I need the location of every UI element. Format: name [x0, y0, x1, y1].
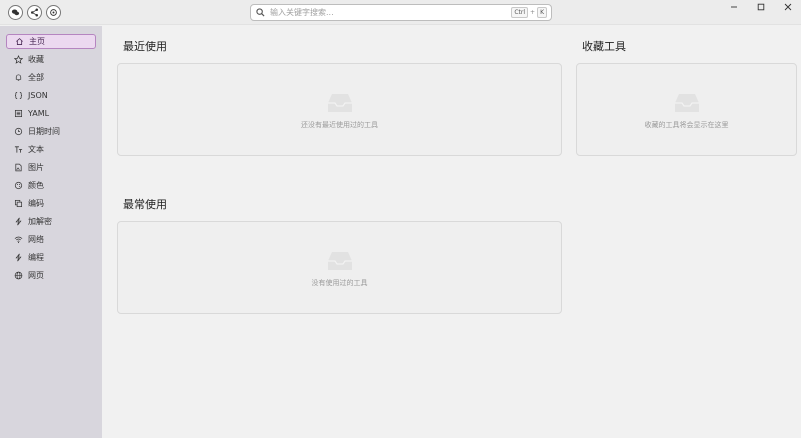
bolt-icon [12, 252, 24, 264]
sidebar: 主页 收藏 全部 JSON YAML 日期时间 文本 图片 颜色 编码 加解密 [0, 26, 102, 438]
window-controls [720, 0, 801, 14]
empty-inbox-icon [674, 94, 699, 112]
wifi-icon [12, 234, 24, 246]
sidebar-item-yaml[interactable]: YAML [6, 106, 96, 121]
sidebar-item-favorites[interactable]: 收藏 [6, 52, 96, 67]
favorites-empty-state: 收藏的工具将会显示在这里 [577, 92, 796, 130]
yaml-icon [12, 108, 24, 120]
favorites-empty-message: 收藏的工具将会显示在这里 [644, 121, 729, 129]
sidebar-item-label: JSON [28, 91, 48, 100]
frequent-empty-state: 没有使用过的工具 [118, 250, 561, 288]
recent-section-title: 最近使用 [123, 40, 167, 53]
sidebar-item-label: 收藏 [28, 55, 44, 64]
globe-icon [12, 270, 24, 282]
home-icon [13, 36, 25, 48]
sidebar-item-datetime[interactable]: 日期时间 [6, 124, 96, 139]
sidebar-item-label: 编程 [28, 253, 44, 262]
title-bar-actions [8, 5, 61, 20]
sidebar-item-crypto[interactable]: 加解密 [6, 214, 96, 229]
wechat-button[interactable] [8, 5, 23, 20]
wechat-icon [11, 9, 20, 16]
frequent-section-title: 最常使用 [123, 198, 167, 211]
close-button[interactable] [774, 0, 801, 14]
star-icon [12, 54, 24, 66]
sidebar-item-image[interactable]: 图片 [6, 160, 96, 175]
bolt-icon [12, 216, 24, 228]
recent-empty-state: 还没有最近使用过的工具 [118, 92, 561, 130]
recent-tools-card: 还没有最近使用过的工具 [117, 63, 562, 156]
sidebar-item-label: 主页 [29, 37, 45, 46]
sidebar-item-label: 日期时间 [28, 127, 60, 136]
title-bar: Ctrl + K [0, 0, 801, 25]
sidebar-item-label: 编码 [28, 199, 44, 208]
bell-icon [12, 72, 24, 84]
sidebar-item-color[interactable]: 颜色 [6, 178, 96, 193]
sidebar-item-label: 文本 [28, 145, 44, 154]
frequent-tools-card: 没有使用过的工具 [117, 221, 562, 314]
sidebar-item-label: 全部 [28, 73, 44, 82]
empty-inbox-icon [327, 252, 352, 270]
search-box[interactable]: Ctrl + K [250, 4, 552, 21]
sidebar-item-label: 网络 [28, 235, 44, 244]
minimize-icon [730, 6, 737, 8]
shortcut-key-k: K [537, 7, 547, 18]
sidebar-item-network[interactable]: 网络 [6, 232, 96, 247]
sidebar-item-web[interactable]: 网页 [6, 268, 96, 283]
recent-empty-message: 还没有最近使用过的工具 [301, 121, 378, 129]
maximize-icon [757, 3, 764, 11]
sidebar-item-text[interactable]: 文本 [6, 142, 96, 157]
minimize-button[interactable] [720, 0, 747, 14]
sidebar-item-label: 颜色 [28, 181, 44, 190]
shortcut-plus: + [530, 9, 536, 16]
json-icon [12, 90, 24, 102]
sidebar-item-programming[interactable]: 编程 [6, 250, 96, 265]
search-icon [256, 8, 265, 17]
maximize-button[interactable] [747, 0, 774, 14]
sidebar-item-label: YAML [28, 109, 50, 118]
image-icon [12, 162, 24, 174]
palette-icon [12, 180, 24, 192]
sidebar-item-encoding[interactable]: 编码 [6, 196, 96, 211]
sync-icon [50, 9, 57, 16]
sidebar-item-all[interactable]: 全部 [6, 70, 96, 85]
sidebar-item-json[interactable]: JSON [6, 88, 96, 103]
text-icon [12, 144, 24, 156]
sync-button[interactable] [46, 5, 61, 20]
search-input[interactable] [270, 5, 512, 20]
shortcut-hint: Ctrl + K [511, 7, 547, 18]
share-icon [30, 8, 39, 17]
favorite-tools-card: 收藏的工具将会显示在这里 [576, 63, 797, 156]
close-icon [784, 3, 791, 11]
sidebar-item-label: 图片 [28, 163, 44, 172]
copy-icon [12, 198, 24, 210]
sidebar-item-label: 网页 [28, 271, 44, 280]
sidebar-item-label: 加解密 [28, 217, 52, 226]
sidebar-item-home[interactable]: 主页 [6, 34, 96, 49]
clock-icon [12, 126, 24, 138]
favorites-section-title: 收藏工具 [582, 40, 626, 53]
frequent-empty-message: 没有使用过的工具 [311, 279, 368, 287]
empty-inbox-icon [327, 94, 352, 112]
share-button[interactable] [27, 5, 42, 20]
shortcut-key-ctrl: Ctrl [511, 7, 529, 18]
